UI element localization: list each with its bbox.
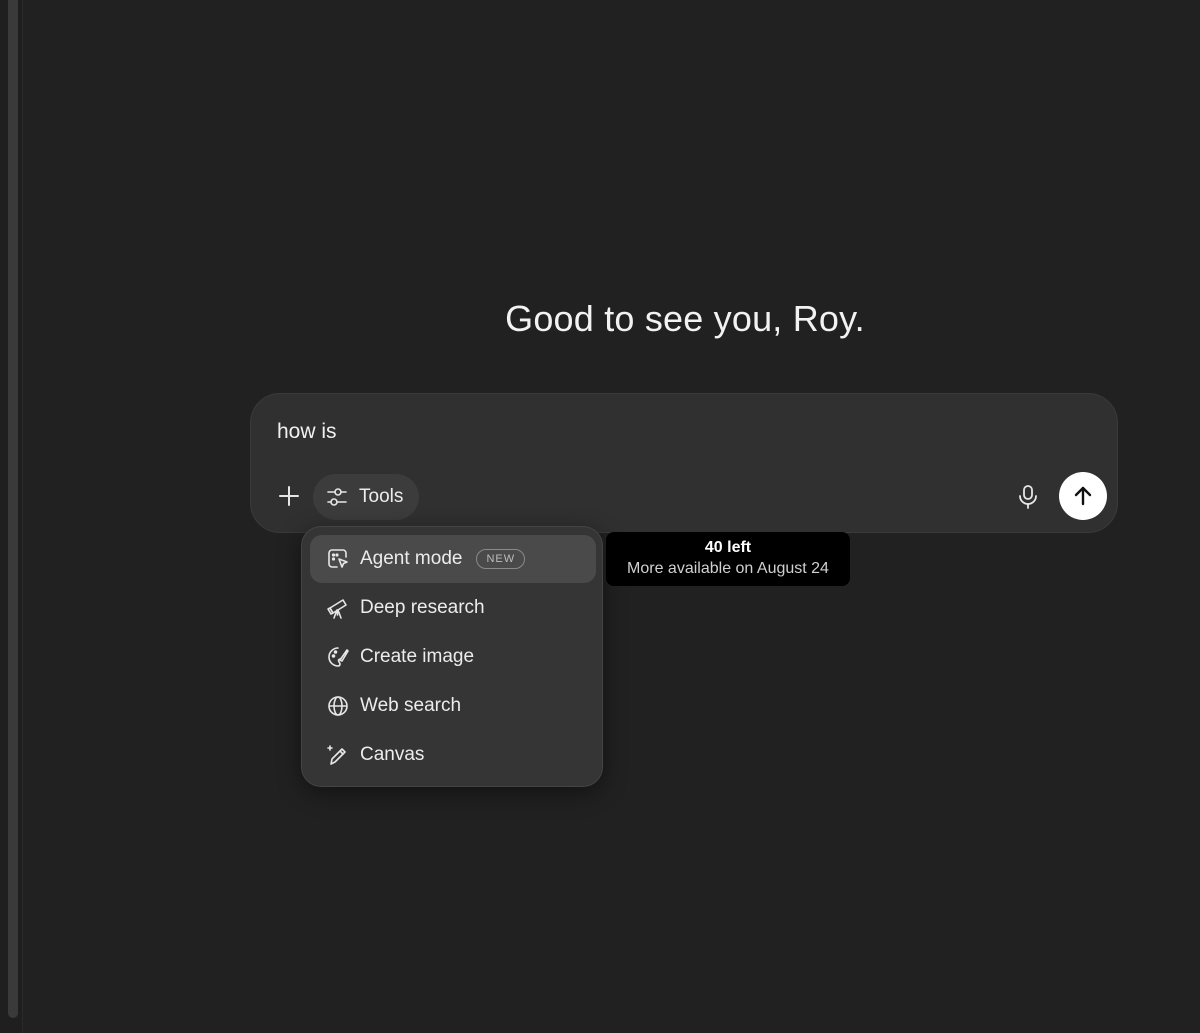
menu-item-web-search[interactable]: Web search <box>310 682 596 730</box>
usage-remaining: 40 left <box>704 539 752 556</box>
globe-icon <box>326 694 350 718</box>
menu-item-label: Web search <box>360 695 462 716</box>
menu-item-deep-research[interactable]: Deep research <box>310 584 596 632</box>
plus-icon <box>279 486 299 506</box>
sliders-icon <box>327 488 347 506</box>
microphone-icon <box>1019 485 1037 509</box>
message-composer: how is Tools <box>250 393 1118 533</box>
palette-icon <box>326 645 350 669</box>
tools-menu: Agent mode NEW Deep research Create imag… <box>301 526 603 787</box>
pencil-sparkle-icon <box>326 743 350 767</box>
add-attachment-button[interactable] <box>275 482 303 510</box>
greeting-heading: Good to see you, Roy. <box>505 298 865 339</box>
voice-input-button[interactable] <box>1013 482 1043 512</box>
send-button[interactable] <box>1059 472 1107 520</box>
message-input[interactable]: how is <box>277 420 337 444</box>
menu-item-create-image[interactable]: Create image <box>310 633 596 681</box>
new-badge: NEW <box>476 549 526 569</box>
tools-button[interactable]: Tools <box>313 474 419 520</box>
menu-item-label: Create image <box>360 646 475 667</box>
usage-tooltip: 40 left More available on August 24 <box>606 532 850 586</box>
scrollbar[interactable] <box>8 0 18 1018</box>
arrow-up-icon <box>1074 486 1092 506</box>
menu-item-agent-mode[interactable]: Agent mode NEW <box>310 535 596 583</box>
telescope-icon <box>326 596 350 620</box>
sidebar-edge <box>0 0 23 1033</box>
tools-label: Tools <box>359 486 404 507</box>
usage-reset-note: More available on August 24 <box>627 560 829 577</box>
menu-item-label: Agent mode <box>360 548 463 569</box>
menu-item-canvas[interactable]: Canvas <box>310 731 596 779</box>
menu-item-label: Deep research <box>360 597 485 618</box>
menu-item-label: Canvas <box>360 744 425 765</box>
agent-cursor-icon <box>326 547 350 571</box>
